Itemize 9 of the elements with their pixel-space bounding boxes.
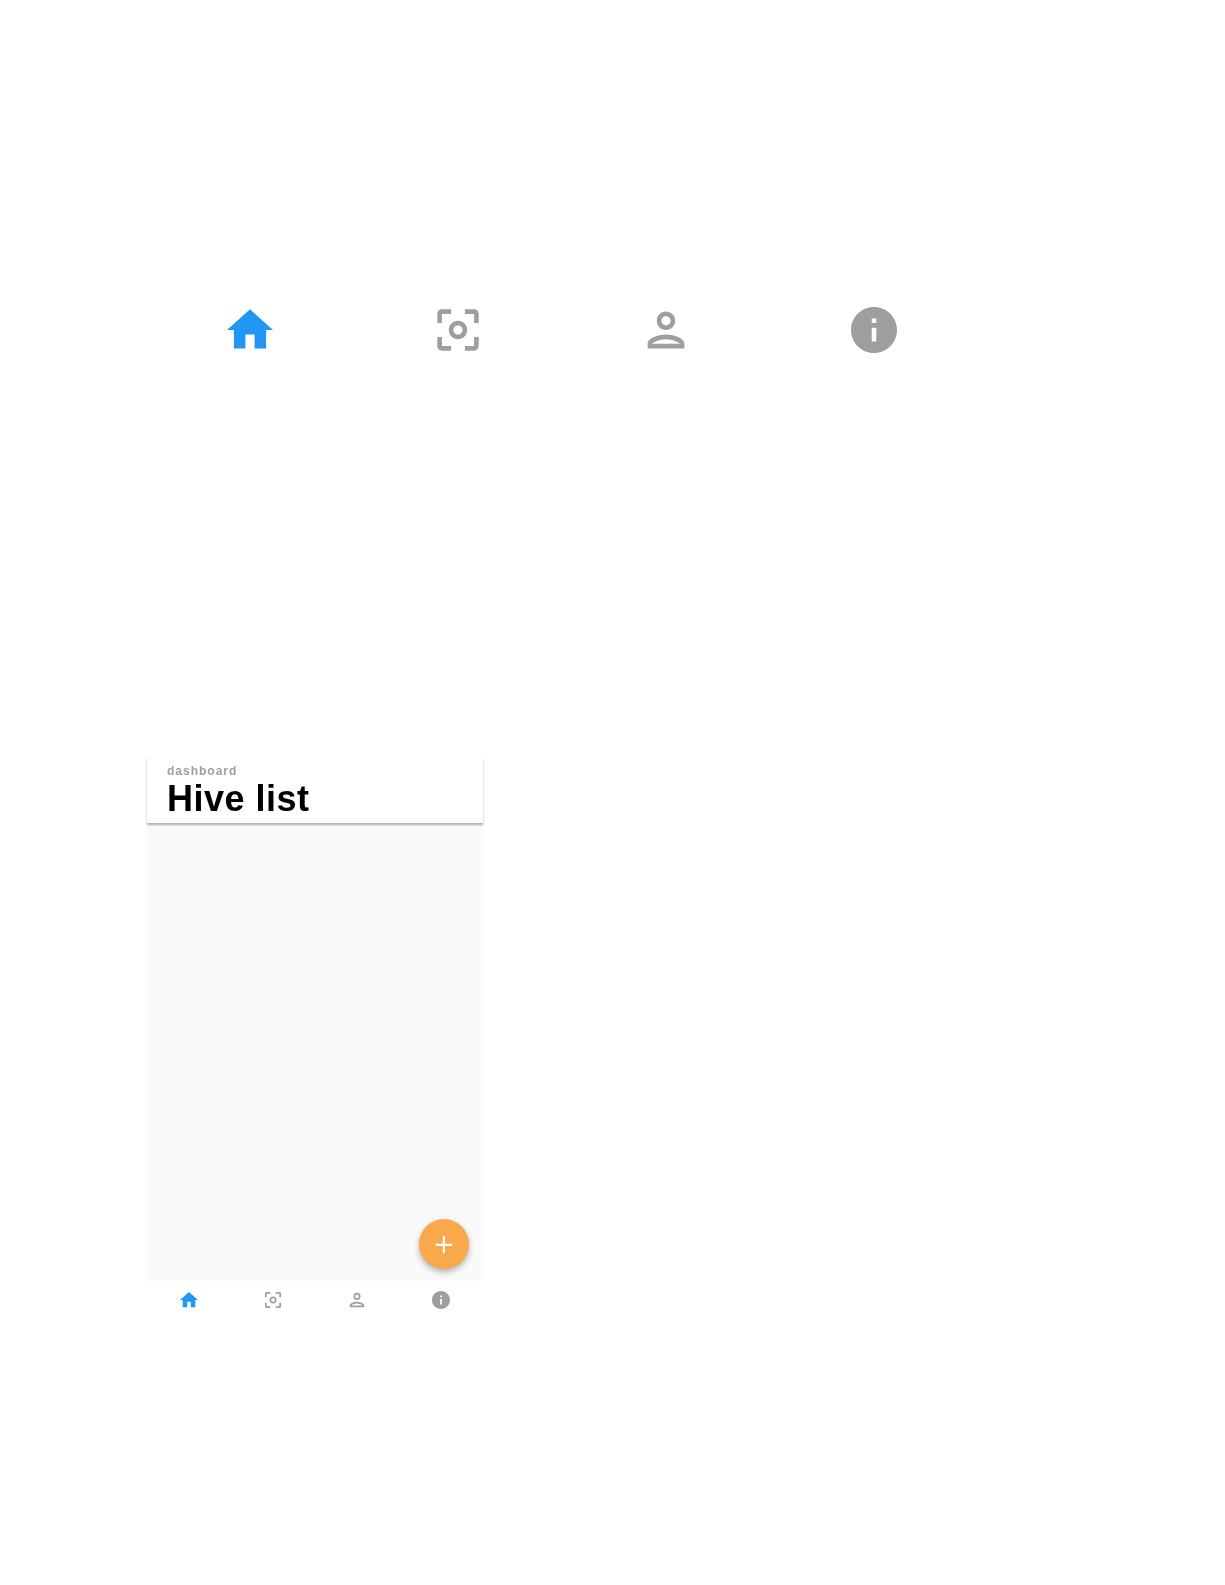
home-icon bbox=[180, 1291, 198, 1309]
person-icon bbox=[348, 1291, 366, 1309]
scan-icon bbox=[264, 1291, 282, 1309]
info-icon bbox=[851, 307, 897, 353]
info-icon bbox=[432, 1291, 450, 1309]
header-title: Hive list bbox=[167, 778, 311, 820]
scan-icon bbox=[435, 307, 481, 353]
header-subtitle: dashboard bbox=[167, 764, 239, 778]
add-button[interactable]: + bbox=[419, 1219, 469, 1269]
